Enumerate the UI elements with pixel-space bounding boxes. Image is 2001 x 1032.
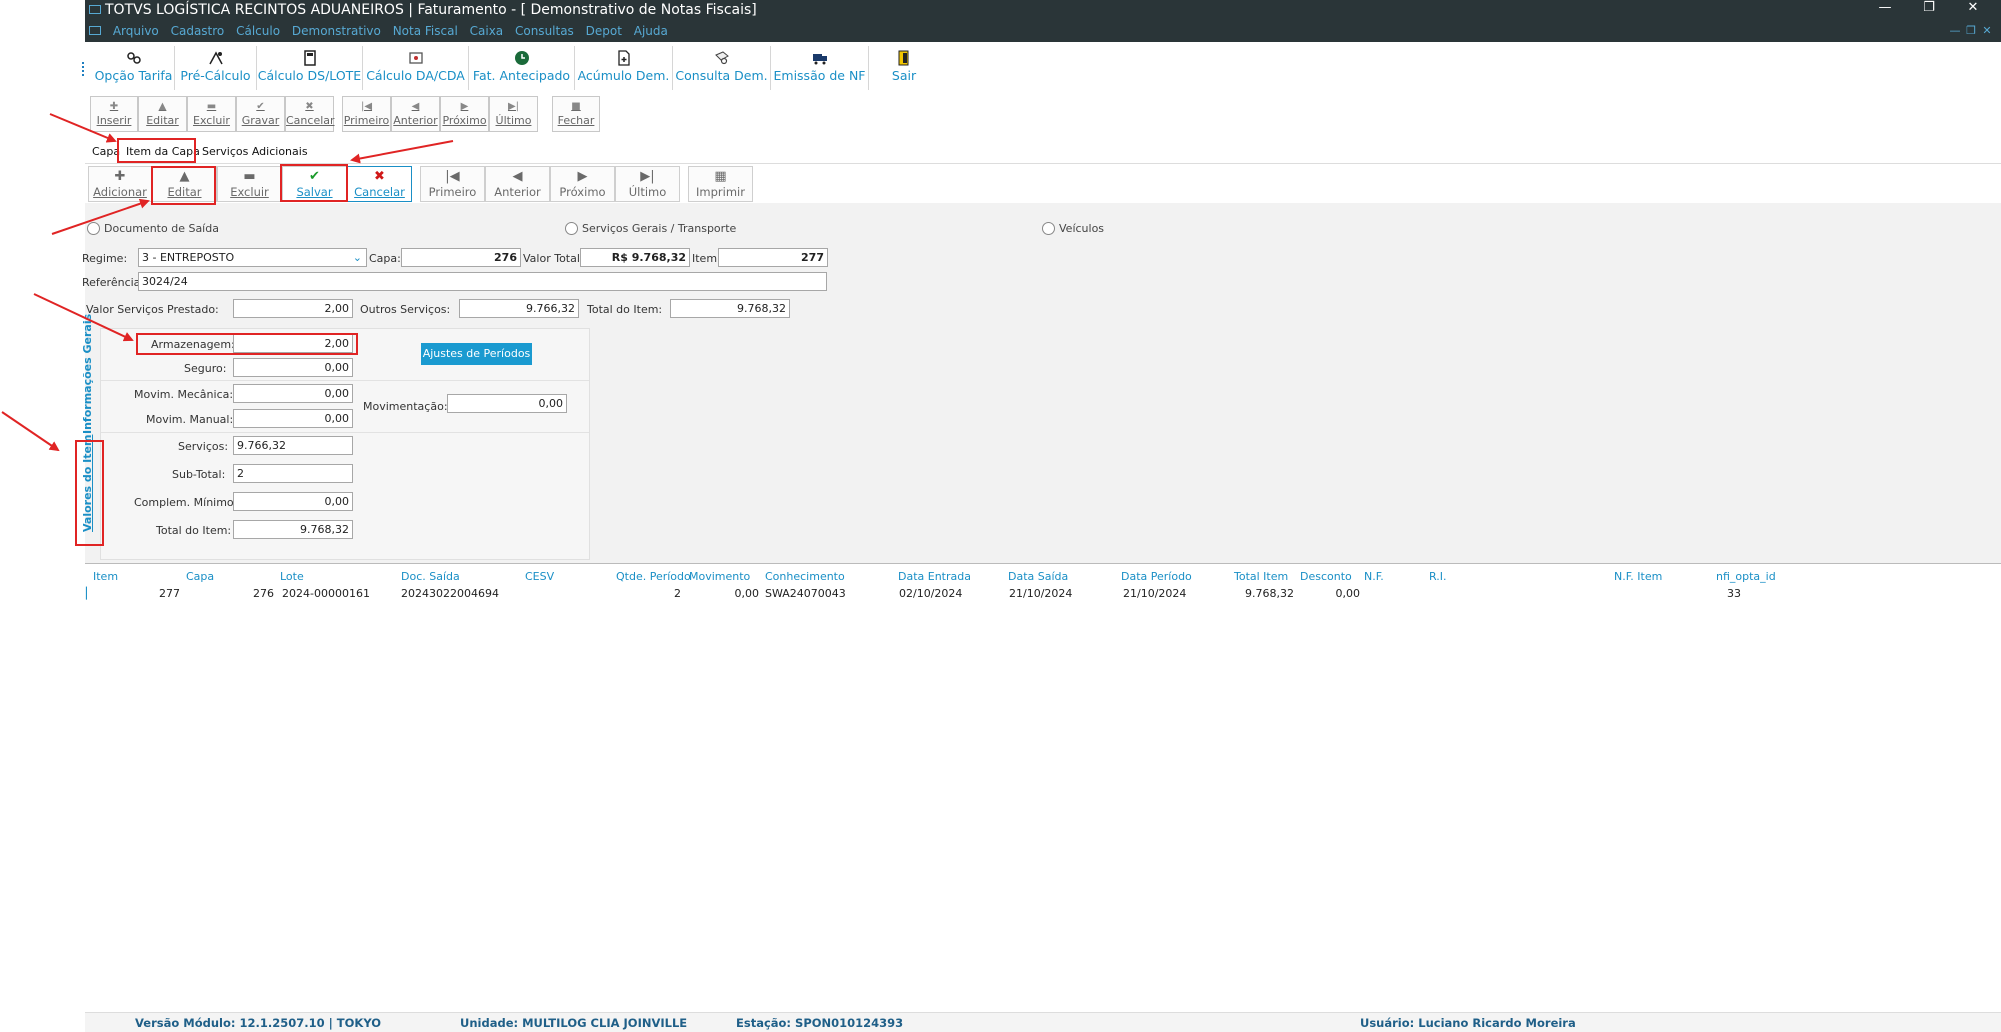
arrow-icon xyxy=(49,113,117,143)
arrow-icon xyxy=(350,140,454,164)
arrow-icon xyxy=(1,411,60,452)
annotation-arrows xyxy=(1,113,454,452)
arrow-icon xyxy=(33,293,134,342)
arrow-icon xyxy=(51,198,150,235)
